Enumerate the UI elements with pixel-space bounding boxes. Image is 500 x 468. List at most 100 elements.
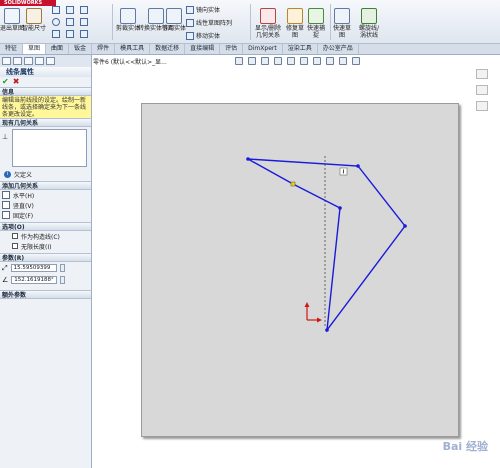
circle-tool-button[interactable]: [52, 18, 60, 26]
tab-dimxpert[interactable]: DimXpert: [243, 44, 283, 54]
tab-render-tools[interactable]: 渲染工具: [283, 44, 318, 54]
length-field[interactable]: 15.59509399: [10, 264, 57, 272]
property-manager-tab-icon[interactable]: [13, 57, 22, 65]
sketch-point[interactable]: [246, 157, 250, 161]
apply-scene-icon[interactable]: [339, 57, 347, 65]
rectangle-tool-button[interactable]: [66, 6, 74, 14]
tab-direct-editing[interactable]: 直接编辑: [185, 44, 221, 54]
option-construction-label: 作为构造线(C): [21, 233, 60, 241]
info-message: 编辑当前线段的设定。绘制一新线条，或选择确定来为下一条线条更改设定。: [0, 96, 91, 118]
existing-relations-area: ⊥: [0, 129, 91, 167]
helix-spiral-button[interactable]: 螺旋线/涡状线: [356, 8, 382, 39]
tab-sketch[interactable]: 草图: [23, 44, 47, 54]
length-spinner[interactable]: [59, 264, 65, 272]
parameters-header[interactable]: 参数(R): [0, 253, 91, 262]
hide-show-items-icon[interactable]: [313, 57, 321, 65]
sketch-point[interactable]: [325, 328, 329, 332]
construction-checkbox[interactable]: [12, 233, 18, 239]
command-tabs: 特征 草图 曲面 钣金 焊件 模具工具 数据迁移 直接编辑 评估 DimXper…: [0, 44, 500, 55]
task-pane-icons: [476, 69, 496, 117]
feature-tree-flyout[interactable]: 零件6 (默认<<默认>_显...: [93, 57, 167, 66]
angle-spinner[interactable]: [60, 276, 66, 284]
resources-icon[interactable]: [476, 69, 488, 79]
tab-data-migration[interactable]: 数据迁移: [150, 44, 186, 54]
relation-horizontal[interactable]: 水平(H): [0, 190, 91, 200]
tab-sheet-metal[interactable]: 钣金: [69, 44, 93, 54]
mirror-entities-button[interactable]: 镜向实体: [186, 6, 220, 14]
exit-sketch-button[interactable]: 退出草图: [0, 8, 24, 32]
polygon-tool-button[interactable]: [80, 18, 88, 26]
tab-office-products[interactable]: 办公室产品: [318, 44, 359, 54]
sketch-point[interactable]: [338, 206, 342, 210]
quick-snaps-button[interactable]: 快速捕捉: [306, 8, 326, 39]
trim-entities-button[interactable]: 剪裁实体: [116, 8, 140, 32]
repair-sketch-button[interactable]: 修复草图: [285, 8, 305, 39]
linear-pattern-icon: [186, 19, 194, 27]
info-section-header[interactable]: 信息: [0, 87, 91, 96]
tab-weldments[interactable]: 焊件: [92, 44, 116, 54]
feature-manager-tab-icon[interactable]: [2, 57, 11, 65]
spline-tool-button[interactable]: [52, 30, 60, 38]
sketch-point[interactable]: [356, 164, 360, 168]
tab-features[interactable]: 特征: [0, 44, 24, 54]
extra-parameters-header[interactable]: 额外参数: [0, 290, 91, 299]
angle-field[interactable]: 152.1619188°: [11, 276, 58, 284]
configuration-manager-tab-icon[interactable]: [24, 57, 33, 65]
sketch-plane[interactable]: [141, 103, 459, 437]
existing-relations-list[interactable]: [12, 129, 87, 167]
zoom-to-fit-icon[interactable]: [235, 57, 243, 65]
cancel-x-icon[interactable]: ✖: [13, 77, 20, 87]
sketch-canvas[interactable]: [142, 104, 460, 438]
sketch-point[interactable]: [403, 224, 407, 228]
offset-entities-button[interactable]: 等距实体: [162, 8, 186, 32]
graphics-toolbar: 零件6 (默认<<默认>_显...: [93, 57, 500, 67]
add-relations-header[interactable]: 添加几何关系: [0, 181, 91, 190]
rapid-sketch-button[interactable]: 快速草图: [332, 8, 352, 39]
tab-surfaces[interactable]: 曲面: [46, 44, 70, 54]
length-icon: ⤢: [2, 263, 8, 272]
helix-label: 螺旋线/涡状线: [358, 25, 380, 39]
smart-dimension-icon: [26, 8, 42, 24]
arc-tool-button[interactable]: [66, 18, 74, 26]
mirror-icon: [186, 6, 194, 14]
option-infinite-length[interactable]: 无限长度(I): [0, 241, 91, 251]
relation-horizontal-label: 水平(H): [13, 192, 35, 200]
sketch-status-row: i 欠定义: [0, 169, 91, 179]
relation-vertical-label: 竖直(V): [13, 202, 34, 210]
relation-fixed-label: 固定(F): [13, 212, 34, 220]
view-orientation-icon[interactable]: [287, 57, 295, 65]
linear-pattern-button[interactable]: 线性草图阵列: [186, 19, 232, 27]
move-entities-button[interactable]: 移动实体: [186, 32, 220, 40]
edit-appearance-icon[interactable]: [326, 57, 334, 65]
line-icon: [52, 6, 60, 14]
display-delete-relations-button[interactable]: 显示/删除几何关系: [253, 8, 283, 39]
options-header[interactable]: 选项(O): [0, 222, 91, 231]
display-style-icon[interactable]: [300, 57, 308, 65]
display-manager-tab-icon[interactable]: [46, 57, 55, 65]
zoom-area-icon[interactable]: [248, 57, 256, 65]
fillet-tool-button[interactable]: [80, 30, 88, 38]
view-settings-icon[interactable]: [352, 57, 360, 65]
infinite-length-checkbox[interactable]: [12, 243, 18, 249]
graphics-area[interactable]: 零件6 (默认<<默认>_显... Bai 经验: [93, 55, 500, 468]
option-construction[interactable]: 作为构造线(C): [0, 231, 91, 241]
watermark-logo: Bai 经验: [442, 440, 488, 453]
previous-view-icon[interactable]: [261, 57, 269, 65]
existing-relations-header[interactable]: 现有几何关系: [0, 118, 91, 127]
smart-dimension-button[interactable]: 智能尺寸: [22, 8, 46, 32]
dimxpert-manager-tab-icon[interactable]: [35, 57, 44, 65]
sketch-polyline[interactable]: [247, 158, 406, 333]
repair-sketch-label: 修复草图: [285, 25, 304, 39]
tab-mold-tools[interactable]: 模具工具: [115, 44, 151, 54]
ellipse-tool-button[interactable]: [66, 30, 74, 38]
relation-vertical[interactable]: 竖直(V): [0, 200, 91, 210]
design-library-icon[interactable]: [476, 85, 488, 95]
slot-tool-button[interactable]: [80, 6, 88, 14]
ok-check-icon[interactable]: ✔: [2, 77, 9, 87]
tab-evaluate[interactable]: 评估: [220, 44, 244, 54]
relation-fixed[interactable]: 固定(F): [0, 210, 91, 220]
arc-icon: [66, 18, 74, 26]
section-view-icon[interactable]: [274, 57, 282, 65]
line-tool-button[interactable]: [52, 6, 60, 14]
file-explorer-icon[interactable]: [476, 101, 488, 111]
